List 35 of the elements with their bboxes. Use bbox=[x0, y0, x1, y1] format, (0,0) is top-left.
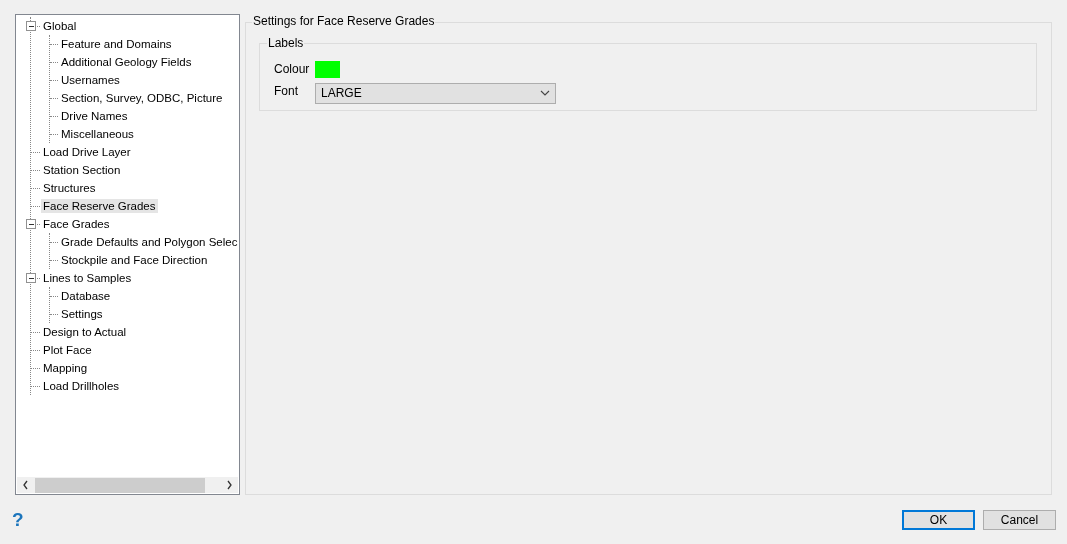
tree-item[interactable]: Mapping bbox=[41, 361, 90, 375]
field-label: Colour bbox=[274, 62, 311, 76]
help-icon[interactable]: ? bbox=[12, 508, 24, 531]
tree-item[interactable]: Load Drillholes bbox=[41, 379, 122, 393]
font-dropdown[interactable]: LARGE bbox=[315, 82, 556, 104]
tree-item[interactable]: Global bbox=[41, 19, 79, 33]
colour-swatch[interactable] bbox=[315, 60, 340, 78]
tree-item[interactable]: Station Section bbox=[41, 163, 123, 177]
chevron-down-icon bbox=[540, 90, 550, 96]
tree-item[interactable]: Plot Face bbox=[41, 343, 94, 357]
tree-item[interactable]: Feature and Domains bbox=[59, 37, 174, 51]
tree-item[interactable]: Stockpile and Face Direction bbox=[59, 253, 210, 267]
tree-item[interactable]: Face Grades bbox=[41, 217, 112, 231]
tree-item[interactable]: Miscellaneous bbox=[59, 127, 136, 141]
tree-item[interactable]: Drive Names bbox=[59, 109, 130, 123]
tree-item[interactable]: Database bbox=[59, 289, 113, 303]
collapse-icon[interactable] bbox=[26, 21, 36, 31]
tree-item[interactable]: Section, Survey, ODBC, Picture bbox=[59, 91, 225, 105]
tree-item[interactable]: Face Reserve Grades bbox=[41, 199, 158, 213]
tree-item[interactable]: Design to Actual bbox=[41, 325, 129, 339]
tree-item[interactable]: Usernames bbox=[59, 73, 122, 87]
tree-item[interactable]: Structures bbox=[41, 181, 98, 195]
tree-item[interactable]: Settings bbox=[59, 307, 105, 321]
group-title: Labels bbox=[267, 36, 305, 50]
dialog-button[interactable]: OK bbox=[902, 509, 975, 530]
collapse-icon[interactable] bbox=[26, 219, 36, 229]
tree-item[interactable]: Load Drive Layer bbox=[41, 145, 133, 159]
tree-item[interactable]: Additional Geology Fields bbox=[59, 55, 194, 69]
field-label: Font bbox=[274, 84, 299, 98]
group-title: Settings for Face Reserve Grades bbox=[252, 14, 436, 28]
collapse-icon[interactable] bbox=[26, 273, 36, 283]
dialog-button[interactable]: Cancel bbox=[983, 509, 1056, 530]
tree-item[interactable]: Lines to Samples bbox=[41, 271, 134, 285]
scrollbar-thumb[interactable] bbox=[35, 477, 205, 493]
tree-item[interactable]: Grade Defaults and Polygon Selec bbox=[59, 235, 239, 249]
